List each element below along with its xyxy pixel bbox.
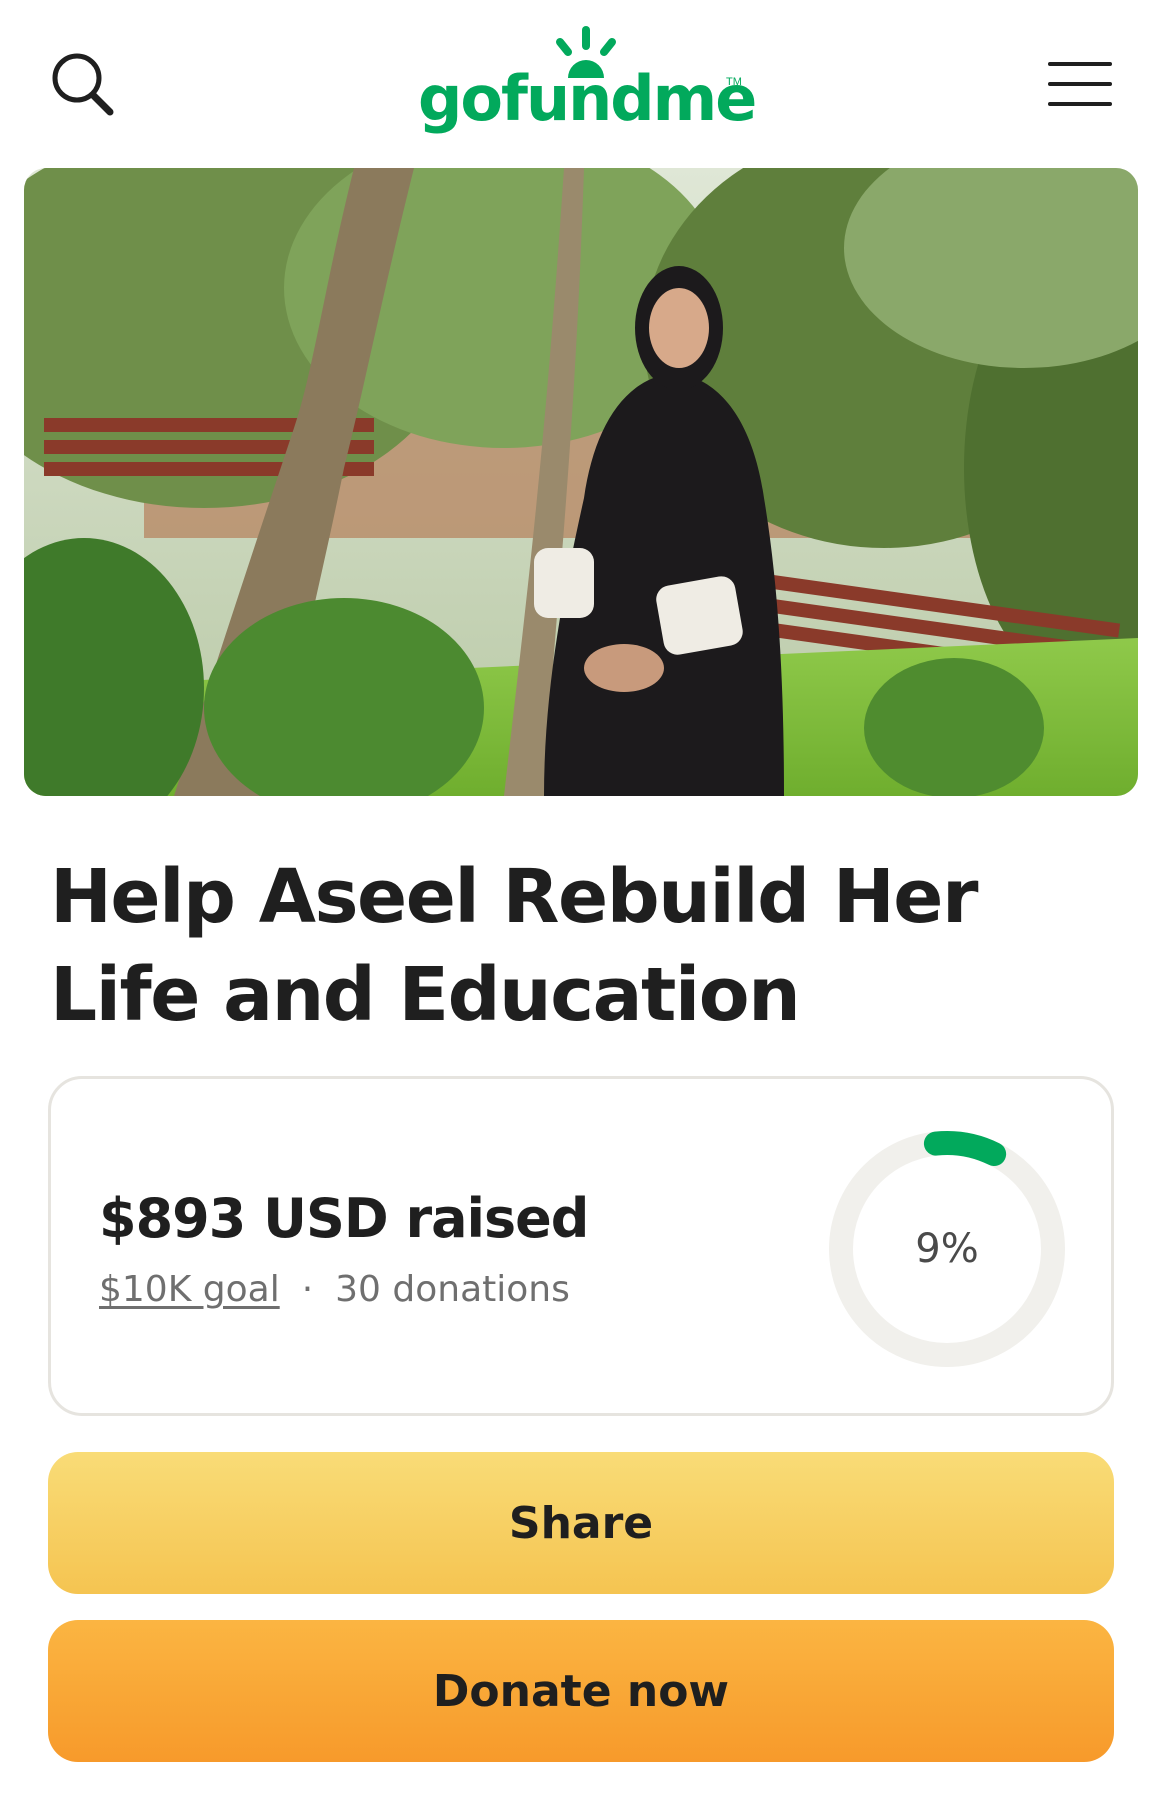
separator-dot: · xyxy=(301,1269,314,1310)
progress-ring: 9% xyxy=(825,1127,1069,1371)
gofundme-logo[interactable]: gofundme TM xyxy=(418,20,757,150)
progress-card: $893 USD raised $10K goal · 30 donations 9… xyxy=(48,1076,1114,1416)
goal-link[interactable]: $10K goal xyxy=(99,1269,280,1310)
share-button[interactable]: Share xyxy=(48,1452,1114,1594)
search-icon xyxy=(52,53,114,116)
campaign-photo[interactable] xyxy=(24,168,1138,796)
logo-text: gofundme xyxy=(418,62,757,135)
progress-percent: 9% xyxy=(915,1226,979,1272)
goal-and-donations: $10K goal · 30 donations xyxy=(99,1269,570,1310)
amount-raised: $893 USD raised xyxy=(99,1187,589,1250)
top-nav: gofundme TM xyxy=(0,0,1170,160)
hamburger-menu-icon xyxy=(1048,62,1112,106)
logo-trademark: TM xyxy=(726,76,742,88)
donations-count: 30 donations xyxy=(335,1269,570,1310)
campaign-photo-illustration xyxy=(24,168,1138,796)
search-button[interactable] xyxy=(44,46,124,126)
menu-button[interactable] xyxy=(1046,56,1116,112)
donate-now-button[interactable]: Donate now xyxy=(48,1620,1114,1762)
campaign-title: Help Aseel Rebuild Her Life and Educatio… xyxy=(50,854,978,1038)
